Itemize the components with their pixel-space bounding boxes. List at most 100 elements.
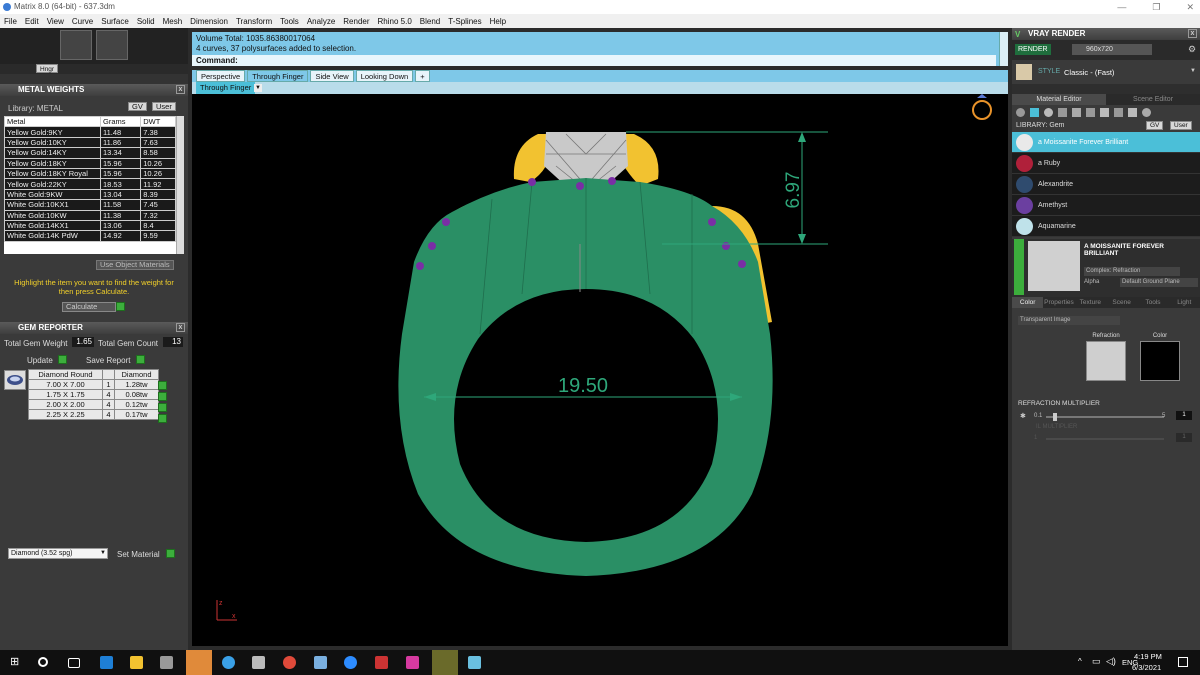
menu-file[interactable]: File xyxy=(4,17,17,26)
ring-icon[interactable] xyxy=(972,94,992,120)
menu-tsplines[interactable]: T-Splines xyxy=(448,17,481,26)
tab-scene-editor[interactable]: Scene Editor xyxy=(1106,94,1200,105)
paint-icon[interactable] xyxy=(1100,108,1109,117)
chevron-down-icon[interactable]: ▼ xyxy=(1190,68,1196,74)
refraction-slider[interactable] xyxy=(1046,413,1164,421)
app-icon[interactable] xyxy=(314,656,327,669)
material-select[interactable]: Diamond (3.52 spg) ▼ xyxy=(8,548,108,559)
menu-curve[interactable]: Curve xyxy=(72,17,93,26)
menu-view[interactable]: View xyxy=(47,17,64,26)
hngr-button[interactable]: Hngr xyxy=(36,64,59,73)
list-item[interactable]: Alexandrite xyxy=(1012,174,1200,195)
ground-plane-select[interactable]: Default Ground Plane xyxy=(1120,278,1198,287)
menu-tools[interactable]: Tools xyxy=(280,17,299,26)
calculate-button[interactable]: Calculate xyxy=(62,302,116,312)
drop-icon[interactable] xyxy=(1016,108,1025,117)
tab-color[interactable]: Color xyxy=(1012,297,1044,308)
save-report-button[interactable]: Save Report xyxy=(86,356,130,365)
table-row[interactable]: 1.75 X 1.75 4 0.08tw xyxy=(28,389,159,400)
table-row[interactable]: White Gold:9KW 13.04 8.39 xyxy=(4,188,176,201)
maximize-button[interactable]: ❐ xyxy=(1152,0,1160,14)
gear-icon[interactable]: ✱ xyxy=(1020,412,1026,420)
command-input[interactable]: Command: xyxy=(192,55,996,66)
add-tab-button[interactable]: + xyxy=(415,70,430,82)
calculate-go-icon[interactable] xyxy=(116,302,125,311)
table-row[interactable]: White Gold:14KX1 13.06 8.4 xyxy=(4,219,176,232)
use-object-materials-button[interactable]: Use Object Materials xyxy=(96,260,174,270)
table-row[interactable]: Yellow Gold:22KY 18.53 11.92 xyxy=(4,178,176,190)
il-slider[interactable] xyxy=(1046,438,1164,440)
texture-icon[interactable] xyxy=(1058,108,1067,117)
table-row[interactable]: Yellow Gold:14KY 13.34 8.58 xyxy=(4,147,176,159)
table-row[interactable]: Yellow Gold:18KY 15.96 10.26 xyxy=(4,157,176,169)
table-row[interactable]: White Gold:10KW 11.38 7.32 xyxy=(4,209,176,221)
task-view-icon[interactable] xyxy=(68,658,80,668)
row-go-icon[interactable] xyxy=(158,414,167,423)
clock-date[interactable]: 6/3/2021 xyxy=(1132,663,1161,672)
menu-edit[interactable]: Edit xyxy=(25,17,39,26)
app-icon[interactable] xyxy=(468,656,481,669)
tab-perspective[interactable]: Perspective xyxy=(196,70,246,82)
close-icon[interactable]: x xyxy=(176,323,185,332)
collapse-handle[interactable] xyxy=(1014,239,1024,295)
gv-button[interactable]: GV xyxy=(128,102,147,111)
menu-transform[interactable]: Transform xyxy=(236,17,272,26)
volume-icon[interactable]: ◁) xyxy=(1106,656,1116,667)
notifications-icon[interactable] xyxy=(1178,657,1188,667)
app-icon[interactable] xyxy=(375,656,388,669)
viewport-name[interactable]: Through Finger xyxy=(196,82,256,94)
close-icon[interactable]: x xyxy=(1188,29,1197,38)
thumbnail[interactable] xyxy=(96,30,128,60)
tab-properties[interactable]: Properties xyxy=(1043,297,1074,308)
refraction-swatch[interactable] xyxy=(1086,341,1126,381)
tab-scene[interactable]: Scene xyxy=(1106,297,1137,308)
explorer-icon[interactable] xyxy=(130,656,143,669)
menu-rhino[interactable]: Rhino 5.0 xyxy=(378,17,412,26)
slider-value[interactable]: 1 xyxy=(1176,411,1192,420)
material-icon[interactable] xyxy=(1030,108,1039,117)
transparent-image-select[interactable]: Transparent Image xyxy=(1018,316,1120,325)
menu-dimension[interactable]: Dimension xyxy=(190,17,228,26)
table-scrollbar[interactable] xyxy=(176,116,184,254)
list-item[interactable]: a Moissanite Forever Brilliant xyxy=(1012,132,1200,153)
menu-blend[interactable]: Blend xyxy=(420,17,440,26)
tab-light[interactable]: Light xyxy=(1169,297,1200,308)
tab-looking-down[interactable]: Looking Down xyxy=(355,70,414,82)
tab-through-finger[interactable]: Through Finger xyxy=(247,70,309,82)
il-slider-value[interactable]: 1 xyxy=(1176,433,1192,442)
viewport[interactable]: 6.97 19.50 z x xyxy=(192,94,1008,646)
zoom-icon[interactable] xyxy=(344,656,357,669)
save-report-go-icon[interactable] xyxy=(136,355,145,364)
tab-texture[interactable]: Texture xyxy=(1075,297,1106,308)
search-icon[interactable] xyxy=(38,657,48,667)
menu-solid[interactable]: Solid xyxy=(137,17,155,26)
brush-icon[interactable] xyxy=(1114,108,1123,117)
user-button[interactable]: User xyxy=(1170,121,1192,130)
thumbnail[interactable] xyxy=(60,30,92,60)
matrix-app-icon[interactable] xyxy=(186,650,212,675)
tab-material-editor[interactable]: Material Editor xyxy=(1012,94,1106,105)
color-swatch[interactable] xyxy=(1140,341,1180,381)
update-go-icon[interactable] xyxy=(58,355,67,364)
app-icon[interactable] xyxy=(432,650,458,675)
set-material-button[interactable]: Set Material xyxy=(117,550,160,559)
col-dwt[interactable]: DWT xyxy=(140,116,176,128)
complex-select[interactable]: Complex: Refraction xyxy=(1084,267,1180,276)
gv-button[interactable]: GV xyxy=(1146,121,1164,130)
set-material-go-icon[interactable] xyxy=(166,549,175,558)
app-icon[interactable] xyxy=(222,656,235,669)
pick-icon[interactable] xyxy=(1128,108,1137,117)
close-icon[interactable]: x xyxy=(176,85,185,94)
clock-time[interactable]: 4:19 PM xyxy=(1134,652,1162,661)
update-button[interactable]: Update xyxy=(27,356,53,365)
list-item[interactable]: Aquamarine xyxy=(1012,216,1200,237)
app-icon[interactable] xyxy=(252,656,265,669)
table-row[interactable]: White Gold:14K PdW 14.92 9.59 xyxy=(4,230,176,242)
menu-surface[interactable]: Surface xyxy=(101,17,129,26)
menu-render[interactable]: Render xyxy=(343,17,369,26)
table-row[interactable]: White Gold:10KX1 11.58 7.45 xyxy=(4,199,176,211)
col-grams[interactable]: Grams xyxy=(99,116,142,128)
table-row[interactable]: Yellow Gold:18KY Royal 15.96 10.26 xyxy=(4,167,176,180)
list-item[interactable]: a Ruby xyxy=(1012,153,1200,174)
edge-icon[interactable] xyxy=(100,656,113,669)
